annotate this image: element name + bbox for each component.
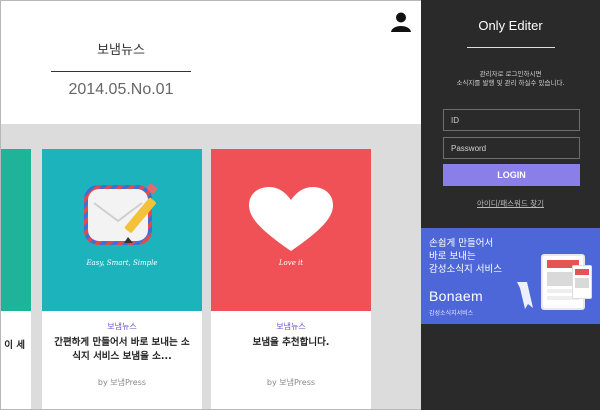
news-card[interactable]: 이 세 [1, 149, 31, 409]
id-input[interactable] [443, 109, 580, 131]
description-line: 소식지를 발행 및 관리 하실수 있습니다. [456, 79, 565, 87]
password-input[interactable] [443, 137, 580, 159]
login-button[interactable]: LOGIN [443, 164, 580, 186]
card-caption: Easy, Smart, Simple [86, 259, 158, 267]
mail-envelope-icon [84, 183, 158, 245]
news-gallery: 이 세 Easy, Smart, Simple 보냄뉴스 간편하게 만들어서 바… [1, 124, 421, 409]
banner-subtitle: 감성소식지서비스 [429, 310, 474, 317]
card-title[interactable]: 간편하게 만들어서 바로 보내는 소식지 서비스 보냄을 소... [42, 332, 202, 364]
main-content: 보냄뉴스 2014.05.No.01 이 세 Easy, Smart, Simp… [0, 0, 421, 410]
banner-logo: Bonaem [429, 288, 483, 304]
card-thumbnail[interactable]: Easy, Smart, Simple [42, 149, 202, 311]
banner-text: 손쉽게 만들어서 바로 보내는 감성소식지 서비스 [429, 237, 502, 276]
issue-number: 2014.05.No.01 [68, 81, 174, 98]
heart-icon [249, 187, 333, 251]
brand-title[interactable]: 보냄뉴스 [51, 39, 191, 58]
card-title[interactable]: 보냄을 추천합니다. [211, 332, 371, 350]
card-category: 보냄뉴스 [107, 322, 137, 331]
brand-divider [51, 71, 191, 72]
news-card[interactable]: Love it 보냄뉴스 보냄을 추천합니다. by 보냄Press [211, 149, 371, 409]
card-caption: Love it [278, 259, 304, 267]
card-category: 보냄뉴스 [276, 322, 306, 331]
card-title[interactable]: 이 세 [1, 335, 31, 353]
phone-image [572, 265, 592, 299]
sidebar-description: 관리자로 로그인하시면 소식지를 발행 및 관리 하실수 있습니다. [431, 70, 590, 88]
description-line: 관리자로 로그인하시면 [479, 70, 542, 78]
banner-line: 감성소식지 서비스 [429, 264, 502, 275]
card-author: by 보냄Press [97, 378, 147, 387]
page-header: 보냄뉴스 2014.05.No.01 [1, 1, 421, 124]
login-sidebar: Only Editer 관리자로 로그인하시면 소식지를 발행 및 관리 하실수… [421, 0, 600, 410]
user-icon[interactable] [390, 11, 412, 33]
banner-line: 바로 보내는 [429, 251, 476, 262]
find-account-link[interactable]: 아이디/패스워드 찾기 [421, 198, 600, 209]
banner-line: 손쉽게 만들어서 [429, 238, 494, 249]
sidebar-divider [467, 47, 555, 48]
sidebar-title: Only Editer [478, 18, 543, 33]
bonaem-banner[interactable]: 손쉽게 만들어서 바로 보내는 감성소식지 서비스 Bonaem 감성소식지서비… [421, 228, 600, 324]
news-card[interactable]: Easy, Smart, Simple 보냄뉴스 간편하게 만들어서 바로 보내… [42, 149, 202, 409]
card-thumbnail[interactable]: Love it [211, 149, 371, 311]
card-author: by 보냄Press [266, 378, 316, 387]
card-thumbnail[interactable] [1, 149, 31, 311]
ribbon-icon [517, 282, 533, 309]
